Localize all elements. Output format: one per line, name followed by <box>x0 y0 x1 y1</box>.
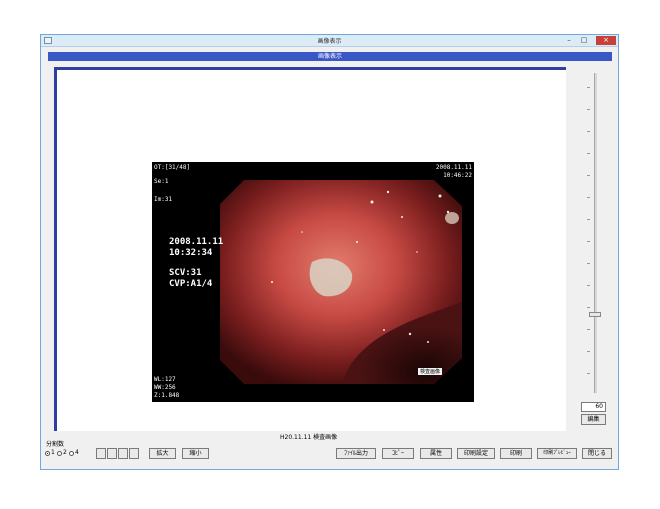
overlay-cvp: CVP:A1/4 <box>169 279 213 289</box>
slider-tick <box>587 263 590 264</box>
close-icon[interactable]: × <box>596 36 616 45</box>
overlay-wl: WL:127 <box>154 376 176 383</box>
overlay-date: 2008.11.11 <box>169 237 224 247</box>
slider-tick <box>587 329 590 330</box>
print-settings-button[interactable]: 印刷設定 <box>457 448 495 459</box>
overlay-se: Se:1 <box>154 178 169 185</box>
endoscopy-image: OT:[31/48] Se:1 Im:31 2008.11.11 10:46:2… <box>152 162 474 402</box>
split-radio-2[interactable] <box>57 451 62 456</box>
slider-tick <box>587 241 590 242</box>
page-button-4[interactable] <box>129 448 139 459</box>
title-bar: 画像表示 – □ × <box>41 35 618 47</box>
overlay-scv: SCV:31 <box>169 268 202 278</box>
overlay-ot: OT:[31/48] <box>154 164 191 171</box>
maximize-icon[interactable]: □ <box>577 36 591 45</box>
slider-tick <box>587 219 590 220</box>
overlay-time: 10:32:34 <box>169 248 213 258</box>
slider-tick <box>587 109 590 110</box>
zoom-out-button[interactable]: 縮小 <box>182 448 209 459</box>
zoom-in-button[interactable]: 拡大 <box>149 448 176 459</box>
image-caption: H20.11.11 検査画像 <box>280 434 338 441</box>
window-level-slider[interactable] <box>587 73 603 393</box>
split-count-label: 分割数 <box>46 441 65 448</box>
slider-tick <box>587 351 590 352</box>
split-radio-1[interactable] <box>45 451 50 456</box>
overlay-im: Im:31 <box>154 196 173 203</box>
split-option-2: 2 <box>63 449 67 456</box>
page-button-2[interactable] <box>107 448 117 459</box>
close-button[interactable]: 閉じる <box>582 448 612 459</box>
split-option-4: 4 <box>75 449 79 456</box>
slider-tick <box>587 197 590 198</box>
overlay-series-info: OT:[31/48] <box>154 164 190 171</box>
minimize-icon[interactable]: – <box>562 36 576 45</box>
overlay-time-top: 10:46:22 <box>443 172 472 179</box>
attributes-button[interactable]: 属性 <box>420 448 452 459</box>
slider-tick <box>587 307 590 308</box>
copy-button[interactable]: ｺﾋﾟｰ <box>382 448 414 459</box>
slider-tick <box>587 373 590 374</box>
slider-tick <box>587 285 590 286</box>
overlay-ww: WW:256 <box>154 384 176 391</box>
exam-image-tag: 検査画像 <box>418 368 443 375</box>
split-radio-4[interactable] <box>69 451 74 456</box>
edit-button[interactable]: 編集 <box>581 414 606 425</box>
slider-thumb[interactable] <box>589 312 601 317</box>
overlay-zoom: Z:1.848 <box>154 392 180 399</box>
window-title: 画像表示 <box>317 38 342 45</box>
split-option-1: 1 <box>51 449 55 456</box>
image-viewer-window: 画像表示 – □ × 画像表示 OT:[31/48] Se:1 Im:31 20… <box>40 34 619 470</box>
slider-tick <box>587 175 590 176</box>
print-button[interactable]: 印刷 <box>500 448 532 459</box>
file-output-button[interactable]: ﾌｧｲﾙ出力 <box>336 448 376 459</box>
page-button-1[interactable] <box>96 448 106 459</box>
slider-tick <box>587 153 590 154</box>
overlay-date-top: 2008.11.11 <box>435 164 472 171</box>
image-display-area: OT:[31/48] Se:1 Im:31 2008.11.11 10:46:2… <box>54 67 566 431</box>
panel-header: 画像表示 <box>48 52 612 61</box>
slider-tick <box>587 131 590 132</box>
slider-value-field[interactable]: 60 <box>581 402 606 412</box>
slider-tick <box>587 87 590 88</box>
print-preview-button[interactable]: 印刷ﾌﾟﾚﾋﾞｭｰ <box>537 448 577 459</box>
page-button-3[interactable] <box>118 448 128 459</box>
slider-track <box>594 73 597 393</box>
